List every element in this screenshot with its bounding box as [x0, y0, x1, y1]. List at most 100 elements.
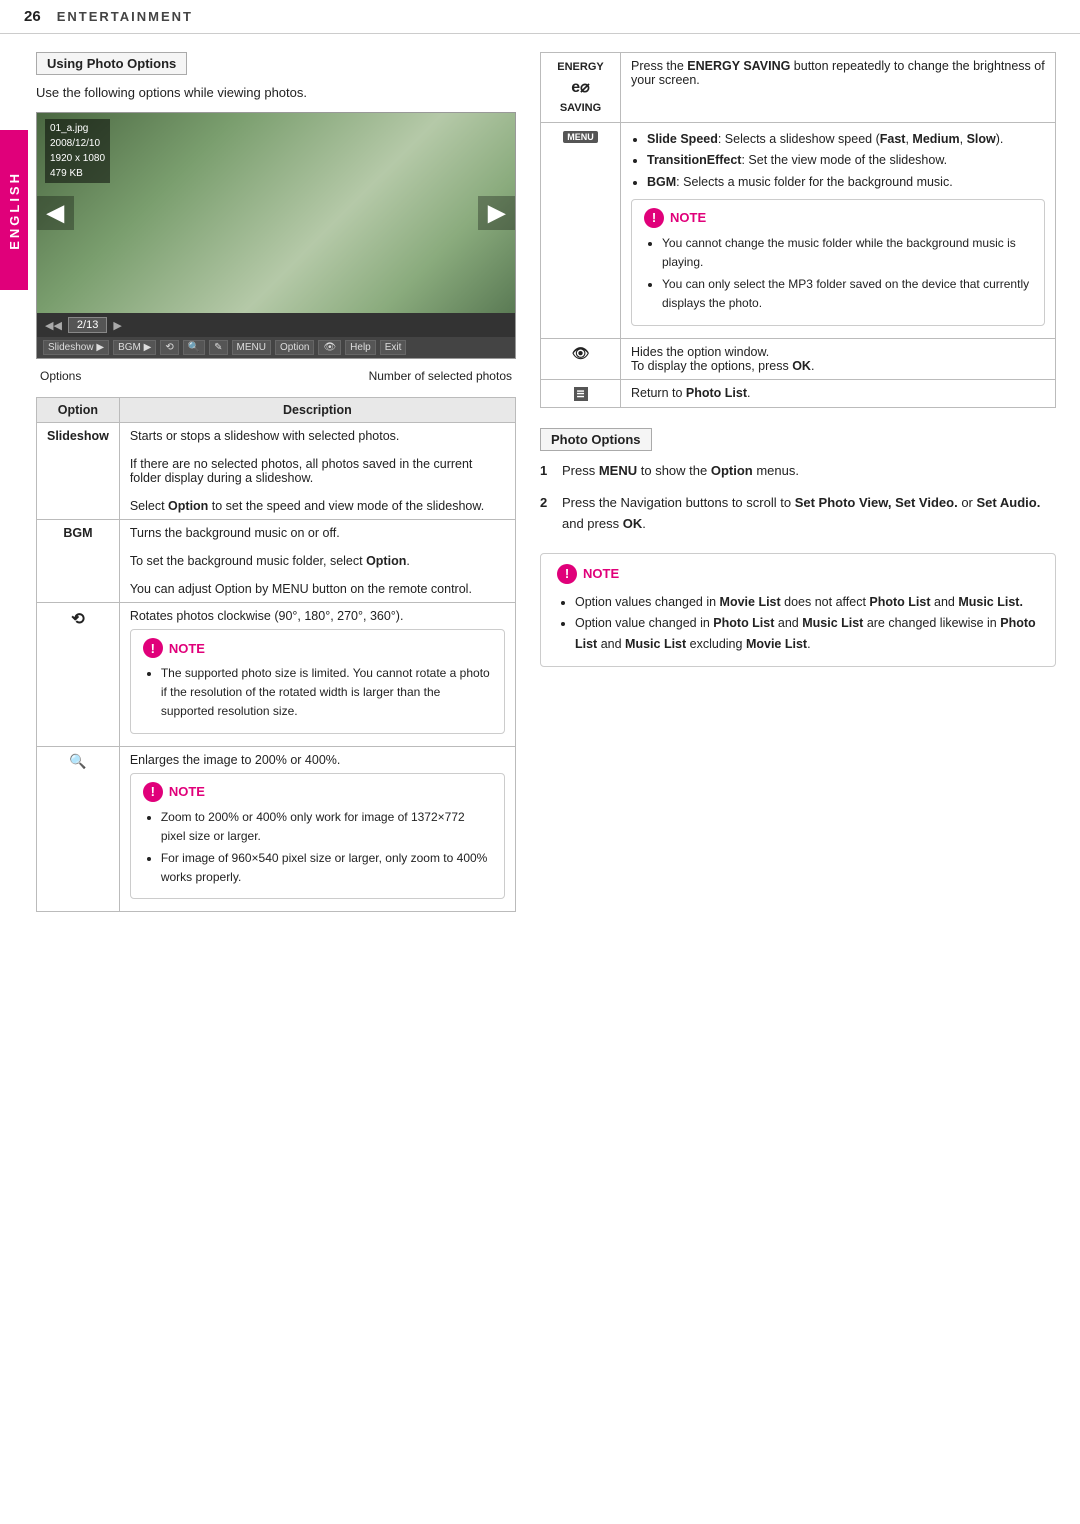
- header-title: ENTERTAINMENT: [57, 9, 193, 24]
- rotate-toolbar-item[interactable]: ⟲: [160, 340, 178, 355]
- note-label-3: NOTE: [670, 210, 706, 225]
- table-row: ⟲ Rotates photos clockwise (90°, 180°, 2…: [37, 603, 516, 747]
- option-slideshow: Slideshow: [37, 423, 120, 520]
- rotate-note-list: The supported photo size is limited. You…: [143, 664, 492, 722]
- energy-description: Press the ENERGY SAVING button repeatedl…: [621, 53, 1056, 123]
- prev-photo-button[interactable]: ◀: [37, 196, 74, 230]
- table-row: MENU Slide Speed: Selects a slideshow sp…: [541, 123, 1056, 339]
- menu-toolbar-item[interactable]: MENU: [232, 340, 271, 355]
- menu-description: Slide Speed: Selects a slideshow speed (…: [621, 123, 1056, 339]
- zoom-note-list: Zoom to 200% or 400% only work for image…: [143, 808, 492, 888]
- toolbar: Slideshow ▶ BGM ▶ ⟲ 🔍 ✎ MENU Option 👁 He…: [37, 337, 515, 358]
- step-number-2: 2: [540, 493, 554, 535]
- table-row: ☰ Return to Photo List.: [541, 379, 1056, 407]
- description-zoom: Enlarges the image to 200% or 400%. ! NO…: [119, 746, 515, 912]
- page: 26 ENTERTAINMENT ENGLISH Using Photo Opt…: [0, 0, 1080, 1524]
- note-label-2: NOTE: [169, 784, 205, 799]
- rotate-icon: ⟲: [71, 611, 84, 628]
- menu-note-box: ! NOTE You cannot change the music folde…: [631, 199, 1045, 326]
- description-bgm: Turns the background music on or off. To…: [119, 520, 515, 603]
- note-icon-3: !: [644, 208, 664, 228]
- help-toolbar-item[interactable]: Help: [345, 340, 376, 355]
- option-toolbar-item[interactable]: Option: [275, 340, 314, 355]
- bottom-note-list: Option values changed in Movie List does…: [557, 592, 1039, 656]
- rotate-note-box: ! NOTE The supported photo size is limit…: [130, 629, 505, 734]
- menu-key: MENU: [541, 123, 621, 339]
- photo-options-steps: 1 Press MENU to show the Option menus. 2…: [540, 461, 1056, 535]
- col-description: Description: [119, 398, 515, 423]
- slideshow-toolbar-item[interactable]: Slideshow ▶: [43, 340, 109, 355]
- note-icon: !: [143, 638, 163, 658]
- photo-options-section: Photo Options 1 Press MENU to show the O…: [540, 428, 1056, 535]
- menu-icon: MENU: [563, 131, 598, 143]
- exit-toolbar-item[interactable]: Exit: [380, 340, 407, 355]
- photo-options-heading: Photo Options: [540, 428, 652, 451]
- step-number: 1: [540, 461, 554, 482]
- list-item: TransitionEffect: Set the view mode of t…: [647, 150, 1045, 171]
- option-rotate: ⟲: [37, 603, 120, 747]
- note-label-4: NOTE: [583, 566, 619, 581]
- bgm-toolbar-item[interactable]: BGM ▶: [113, 340, 156, 355]
- option-zoom: 🔍: [37, 746, 120, 912]
- section-heading: Using Photo Options: [36, 52, 187, 75]
- step-text: Press MENU to show the Option menus.: [562, 461, 799, 482]
- zoom-note-box: ! NOTE Zoom to 200% or 400% only work fo…: [130, 773, 505, 900]
- page-number: 26: [24, 8, 41, 25]
- list-item: Option values changed in Movie List does…: [575, 592, 1039, 613]
- next-photo-button[interactable]: ▶: [478, 196, 515, 230]
- left-column: Using Photo Options Use the following op…: [36, 52, 516, 1506]
- bottom-note-box: ! NOTE Option values changed in Movie Li…: [540, 553, 1056, 667]
- options-label: Options: [40, 369, 81, 383]
- note-icon-2: !: [143, 782, 163, 802]
- list-item: Zoom to 200% or 400% only work for image…: [161, 808, 492, 846]
- table-row: BGM Turns the background music on or off…: [37, 520, 516, 603]
- main-content: Using Photo Options Use the following op…: [0, 34, 1080, 1524]
- hide-key: 👁: [541, 338, 621, 379]
- zoom-note-header: ! NOTE: [143, 782, 492, 802]
- table-row: ENERGY e⌀ SAVING Press the ENERGY SAVING…: [541, 53, 1056, 123]
- hide-toolbar-item[interactable]: 👁: [318, 340, 341, 355]
- photo-filename: 01_a.jpg: [50, 123, 88, 134]
- hide-icon: 👁: [572, 345, 590, 361]
- bottom-note-header: ! NOTE: [557, 564, 1039, 584]
- table-row: 🔍 Enlarges the image to 200% or 400%. ! …: [37, 746, 516, 912]
- list-item: You cannot change the music folder while…: [662, 234, 1032, 272]
- table-row: Slideshow Starts or stops a slideshow wi…: [37, 423, 516, 520]
- step-2: 2 Press the Navigation buttons to scroll…: [540, 493, 1056, 535]
- photo-size: 479 KB: [50, 168, 83, 179]
- counter-value: 2/13: [77, 319, 98, 331]
- rotate-note-header: ! NOTE: [143, 638, 492, 658]
- photo-viewer: 01_a.jpg 2008/12/10 1920 x 1080 479 KB ◀…: [36, 112, 516, 359]
- menu-note-header: ! NOTE: [644, 208, 1032, 228]
- right-table: ENERGY e⌀ SAVING Press the ENERGY SAVING…: [540, 52, 1056, 408]
- photo-labels: Options Number of selected photos: [36, 369, 516, 383]
- list-key: ☰: [541, 379, 621, 407]
- list-item: You can only select the MP3 folder saved…: [662, 275, 1032, 313]
- number-label: Number of selected photos: [369, 369, 512, 383]
- edit-toolbar-item[interactable]: ✎: [209, 340, 227, 355]
- options-table: Option Description Slideshow Starts or s…: [36, 397, 516, 912]
- zoom-toolbar-item[interactable]: 🔍: [183, 340, 205, 355]
- photo-counter: 2/13: [68, 317, 107, 333]
- menu-note-list: You cannot change the music folder while…: [644, 234, 1032, 314]
- hide-description: Hides the option window. To display the …: [621, 338, 1056, 379]
- list-icon: ☰: [574, 387, 588, 401]
- description-slideshow: Starts or stops a slideshow with selecte…: [119, 423, 515, 520]
- note-icon-4: !: [557, 564, 577, 584]
- step-1: 1 Press MENU to show the Option menus.: [540, 461, 1056, 482]
- list-item: The supported photo size is limited. You…: [161, 664, 492, 722]
- col-option: Option: [37, 398, 120, 423]
- zoom-icon: 🔍: [69, 753, 86, 769]
- option-bgm: BGM: [37, 520, 120, 603]
- list-item: Option value changed in Photo List and M…: [575, 613, 1039, 656]
- right-column: ENERGY e⌀ SAVING Press the ENERGY SAVING…: [540, 52, 1056, 1506]
- intro-text: Use the following options while viewing …: [36, 85, 516, 100]
- photo-image: 01_a.jpg 2008/12/10 1920 x 1080 479 KB ◀…: [37, 113, 515, 313]
- photo-resolution: 1920 x 1080: [50, 153, 105, 164]
- list-item: Slide Speed: Selects a slideshow speed (…: [647, 129, 1045, 150]
- description-rotate: Rotates photos clockwise (90°, 180°, 270…: [119, 603, 515, 747]
- energy-key: ENERGY e⌀ SAVING: [541, 53, 621, 123]
- step-text-2: Press the Navigation buttons to scroll t…: [562, 493, 1056, 535]
- photo-info: 01_a.jpg 2008/12/10 1920 x 1080 479 KB: [45, 119, 110, 183]
- photo-date: 2008/12/10: [50, 138, 100, 149]
